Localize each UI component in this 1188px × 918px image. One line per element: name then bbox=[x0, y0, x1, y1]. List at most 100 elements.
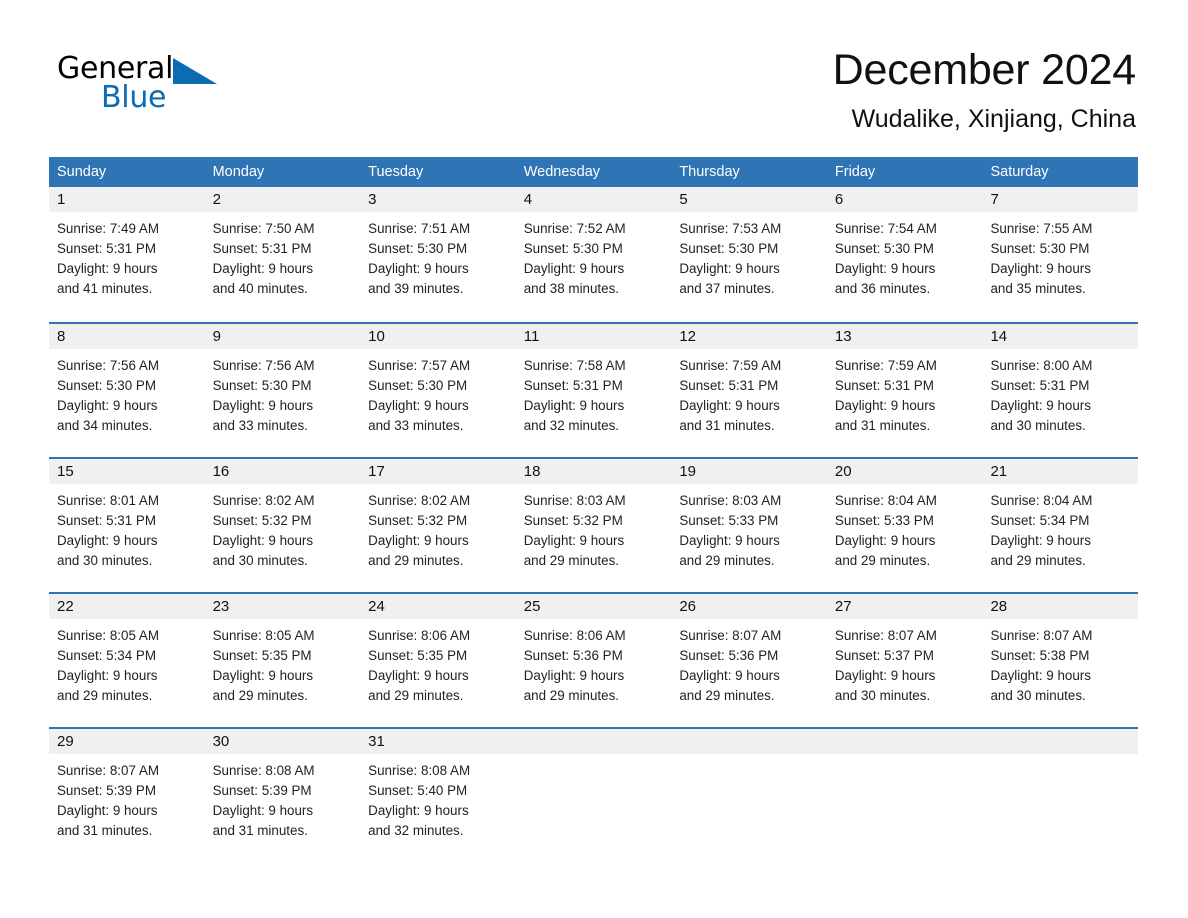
day-details: Sunrise: 7:59 AM Sunset: 5:31 PM Dayligh… bbox=[671, 349, 827, 436]
day-cell[interactable]: 1 Sunrise: 7:49 AM Sunset: 5:31 PM Dayli… bbox=[49, 187, 205, 322]
day-details: Sunrise: 8:02 AM Sunset: 5:32 PM Dayligh… bbox=[205, 484, 361, 571]
day-cell[interactable]: 19 Sunrise: 8:03 AM Sunset: 5:33 PM Dayl… bbox=[671, 459, 827, 592]
day-cell[interactable]: 16 Sunrise: 8:02 AM Sunset: 5:32 PM Dayl… bbox=[204, 459, 361, 592]
daylight-text-line2: and 29 minutes. bbox=[368, 688, 464, 703]
day-cell[interactable]: 3 Sunrise: 7:51 AM Sunset: 5:30 PM Dayli… bbox=[360, 187, 516, 322]
day-cell[interactable]: 27 Sunrise: 8:07 AM Sunset: 5:37 PM Dayl… bbox=[826, 594, 983, 727]
day-details bbox=[671, 754, 827, 761]
sunset-text: Sunset: 5:32 PM bbox=[212, 513, 312, 528]
day-cell[interactable]: 31 Sunrise: 8:08 AM Sunset: 5:40 PM Dayl… bbox=[360, 729, 516, 862]
sunset-text: Sunset: 5:31 PM bbox=[679, 378, 779, 393]
daylight-text-line1: Daylight: 9 hours bbox=[523, 668, 625, 683]
sunset-text: Sunset: 5:38 PM bbox=[990, 648, 1090, 663]
daylight-text-line2: and 29 minutes. bbox=[212, 688, 308, 703]
daylight-text-line1: Daylight: 9 hours bbox=[990, 398, 1091, 413]
sunrise-text: Sunrise: 8:08 AM bbox=[212, 763, 315, 778]
daylight-text-line1: Daylight: 9 hours bbox=[212, 533, 314, 548]
day-cell[interactable]: 29 Sunrise: 8:07 AM Sunset: 5:39 PM Dayl… bbox=[49, 729, 205, 862]
day-cell[interactable]: 15 Sunrise: 8:01 AM Sunset: 5:31 PM Dayl… bbox=[49, 459, 205, 592]
weekday-header-wednesday: Wednesday bbox=[523, 164, 601, 180]
sunset-text: Sunset: 5:30 PM bbox=[834, 241, 934, 256]
daylight-text-line1: Daylight: 9 hours bbox=[368, 261, 469, 276]
day-cell-empty bbox=[982, 729, 1139, 862]
day-cell[interactable]: 25 Sunrise: 8:06 AM Sunset: 5:36 PM Dayl… bbox=[515, 594, 672, 727]
day-number: 14 bbox=[982, 324, 1139, 349]
sunrise-text: Sunrise: 8:08 AM bbox=[368, 763, 471, 778]
sunrise-text: Sunrise: 8:04 AM bbox=[834, 493, 937, 508]
sunset-text: Sunset: 5:33 PM bbox=[679, 513, 779, 528]
sunset-text: Sunset: 5:33 PM bbox=[834, 513, 934, 528]
daylight-text-line1: Daylight: 9 hours bbox=[679, 398, 780, 413]
general-blue-logo[interactable]: General Blue bbox=[57, 52, 237, 115]
sunset-text: Sunset: 5:36 PM bbox=[679, 648, 779, 663]
day-details bbox=[827, 754, 983, 761]
daylight-text-line1: Daylight: 9 hours bbox=[368, 533, 469, 548]
day-number: 6 bbox=[826, 187, 983, 212]
sunset-text: Sunset: 5:31 PM bbox=[990, 378, 1090, 393]
daylight-text-line2: and 36 minutes. bbox=[834, 281, 931, 296]
day-details: Sunrise: 8:07 AM Sunset: 5:37 PM Dayligh… bbox=[827, 619, 983, 706]
daylight-text-line2: and 33 minutes. bbox=[212, 418, 308, 433]
daylight-text-line1: Daylight: 9 hours bbox=[368, 668, 469, 683]
daylight-text-line1: Daylight: 9 hours bbox=[57, 668, 158, 683]
day-cell[interactable]: 6 Sunrise: 7:54 AM Sunset: 5:30 PM Dayli… bbox=[826, 187, 983, 322]
day-cell[interactable]: 24 Sunrise: 8:06 AM Sunset: 5:35 PM Dayl… bbox=[360, 594, 516, 727]
day-cell[interactable]: 10 Sunrise: 7:57 AM Sunset: 5:30 PM Dayl… bbox=[360, 324, 516, 457]
sunset-text: Sunset: 5:32 PM bbox=[523, 513, 623, 528]
sunset-text: Sunset: 5:30 PM bbox=[523, 241, 623, 256]
day-details: Sunrise: 8:04 AM Sunset: 5:33 PM Dayligh… bbox=[827, 484, 983, 571]
sunrise-text: Sunrise: 7:56 AM bbox=[57, 358, 159, 373]
day-cell[interactable]: 20 Sunrise: 8:04 AM Sunset: 5:33 PM Dayl… bbox=[826, 459, 983, 592]
day-details: Sunrise: 7:58 AM Sunset: 5:31 PM Dayligh… bbox=[516, 349, 672, 436]
day-cell[interactable]: 30 Sunrise: 8:08 AM Sunset: 5:39 PM Dayl… bbox=[204, 729, 361, 862]
day-details: Sunrise: 7:53 AM Sunset: 5:30 PM Dayligh… bbox=[671, 212, 827, 299]
day-cell[interactable]: 5 Sunrise: 7:53 AM Sunset: 5:30 PM Dayli… bbox=[671, 187, 827, 322]
day-cell[interactable]: 11 Sunrise: 7:58 AM Sunset: 5:31 PM Dayl… bbox=[515, 324, 672, 457]
daylight-text-line2: and 30 minutes. bbox=[990, 688, 1086, 703]
day-cell[interactable]: 21 Sunrise: 8:04 AM Sunset: 5:34 PM Dayl… bbox=[982, 459, 1139, 592]
day-details: Sunrise: 7:49 AM Sunset: 5:31 PM Dayligh… bbox=[49, 212, 205, 299]
day-cell[interactable]: 23 Sunrise: 8:05 AM Sunset: 5:35 PM Dayl… bbox=[204, 594, 361, 727]
day-number: 3 bbox=[360, 187, 516, 212]
day-details: Sunrise: 8:07 AM Sunset: 5:38 PM Dayligh… bbox=[982, 619, 1138, 706]
day-number: 9 bbox=[204, 324, 361, 349]
day-cell[interactable]: 28 Sunrise: 8:07 AM Sunset: 5:38 PM Dayl… bbox=[982, 594, 1139, 727]
sunrise-text: Sunrise: 7:59 AM bbox=[834, 358, 937, 373]
day-cell[interactable]: 18 Sunrise: 8:03 AM Sunset: 5:32 PM Dayl… bbox=[515, 459, 672, 592]
sunrise-text: Sunrise: 7:50 AM bbox=[212, 221, 315, 236]
day-cell[interactable]: 9 Sunrise: 7:56 AM Sunset: 5:30 PM Dayli… bbox=[204, 324, 361, 457]
day-cell[interactable]: 2 Sunrise: 7:50 AM Sunset: 5:31 PM Dayli… bbox=[204, 187, 361, 322]
day-cell[interactable]: 12 Sunrise: 7:59 AM Sunset: 5:31 PM Dayl… bbox=[671, 324, 827, 457]
sunset-text: Sunset: 5:31 PM bbox=[212, 241, 312, 256]
day-cell[interactable]: 4 Sunrise: 7:52 AM Sunset: 5:30 PM Dayli… bbox=[515, 187, 672, 322]
daylight-text-line1: Daylight: 9 hours bbox=[679, 668, 780, 683]
day-cell[interactable]: 7 Sunrise: 7:55 AM Sunset: 5:30 PM Dayli… bbox=[982, 187, 1139, 322]
sunrise-text: Sunrise: 8:07 AM bbox=[990, 628, 1093, 643]
day-cell[interactable]: 8 Sunrise: 7:56 AM Sunset: 5:30 PM Dayli… bbox=[49, 324, 205, 457]
daylight-text-line1: Daylight: 9 hours bbox=[679, 261, 780, 276]
day-cell[interactable]: 13 Sunrise: 7:59 AM Sunset: 5:31 PM Dayl… bbox=[826, 324, 983, 457]
daylight-text-line2: and 29 minutes. bbox=[523, 553, 620, 568]
day-details: Sunrise: 8:06 AM Sunset: 5:36 PM Dayligh… bbox=[516, 619, 672, 706]
day-cell[interactable]: 17 Sunrise: 8:02 AM Sunset: 5:32 PM Dayl… bbox=[360, 459, 516, 592]
day-details bbox=[982, 754, 1138, 761]
sunset-text: Sunset: 5:39 PM bbox=[57, 783, 156, 798]
sunset-text: Sunset: 5:32 PM bbox=[368, 513, 468, 528]
sunset-text: Sunset: 5:30 PM bbox=[679, 241, 779, 256]
day-number: 25 bbox=[515, 594, 672, 619]
daylight-text-line2: and 41 minutes. bbox=[57, 281, 153, 296]
calendar-week-row: 22 Sunrise: 8:05 AM Sunset: 5:34 PM Dayl… bbox=[49, 592, 1139, 727]
daylight-text-line2: and 29 minutes. bbox=[523, 688, 620, 703]
day-details: Sunrise: 8:03 AM Sunset: 5:33 PM Dayligh… bbox=[671, 484, 827, 571]
day-cell[interactable]: 14 Sunrise: 8:00 AM Sunset: 5:31 PM Dayl… bbox=[982, 324, 1139, 457]
daylight-text-line1: Daylight: 9 hours bbox=[523, 533, 625, 548]
sunset-text: Sunset: 5:30 PM bbox=[368, 378, 468, 393]
day-cell[interactable]: 26 Sunrise: 8:07 AM Sunset: 5:36 PM Dayl… bbox=[671, 594, 827, 727]
sunrise-text: Sunrise: 7:53 AM bbox=[679, 221, 782, 236]
day-cell[interactable]: 22 Sunrise: 8:05 AM Sunset: 5:34 PM Dayl… bbox=[49, 594, 205, 727]
day-details: Sunrise: 8:08 AM Sunset: 5:40 PM Dayligh… bbox=[360, 754, 516, 841]
day-number: 4 bbox=[515, 187, 672, 212]
daylight-text-line2: and 32 minutes. bbox=[368, 823, 464, 838]
daylight-text-line2: and 32 minutes. bbox=[523, 418, 620, 433]
day-details: Sunrise: 7:52 AM Sunset: 5:30 PM Dayligh… bbox=[516, 212, 672, 299]
